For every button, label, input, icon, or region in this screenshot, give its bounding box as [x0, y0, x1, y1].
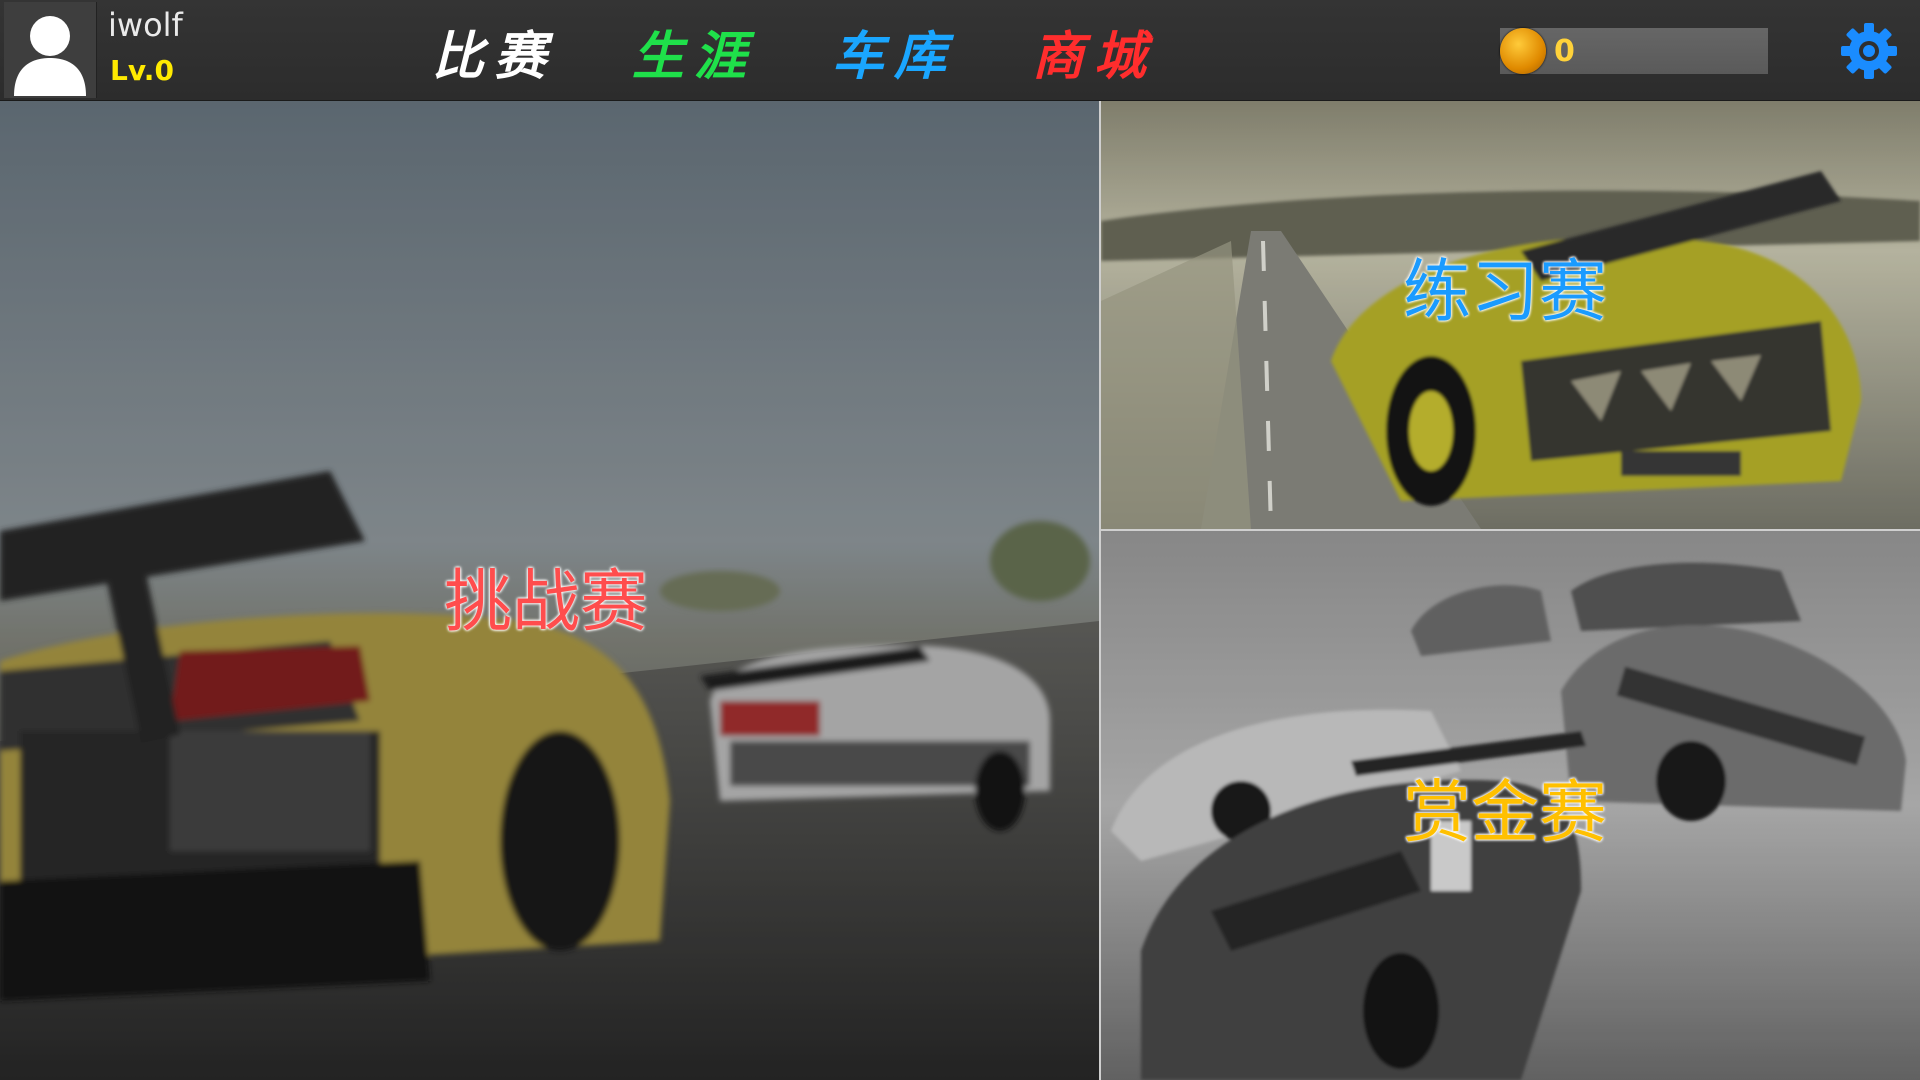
avatar[interactable] [4, 2, 97, 98]
player-name: iwolf [108, 6, 183, 44]
settings-button[interactable] [1838, 20, 1900, 82]
coin-count: 0 [1554, 34, 1575, 69]
challenge-race-panel[interactable]: 挑战赛 [0, 101, 1101, 1080]
practice-race-panel[interactable]: 练习赛 [1101, 101, 1920, 531]
tab-career[interactable]: 生涯 [632, 14, 756, 89]
practice-race-label: 练习赛 [1403, 253, 1608, 332]
challenge-race-label: 挑战赛 [444, 563, 649, 642]
tab-shop[interactable]: 商城 [1032, 14, 1156, 89]
gold-coin-icon [1500, 28, 1546, 74]
bounty-race-panel[interactable]: 赏金赛 [1101, 531, 1920, 1080]
player-level: Lv.0 [110, 54, 174, 87]
top-bar: iwolf Lv.0 比赛 生涯 车库 商城 0 [0, 0, 1920, 101]
bounty-race-label: 赏金赛 [1403, 774, 1608, 853]
gear-icon [1841, 23, 1897, 79]
tab-race[interactable]: 比赛 [432, 14, 556, 89]
tab-garage[interactable]: 车库 [832, 14, 956, 89]
user-silhouette-icon [14, 16, 86, 96]
